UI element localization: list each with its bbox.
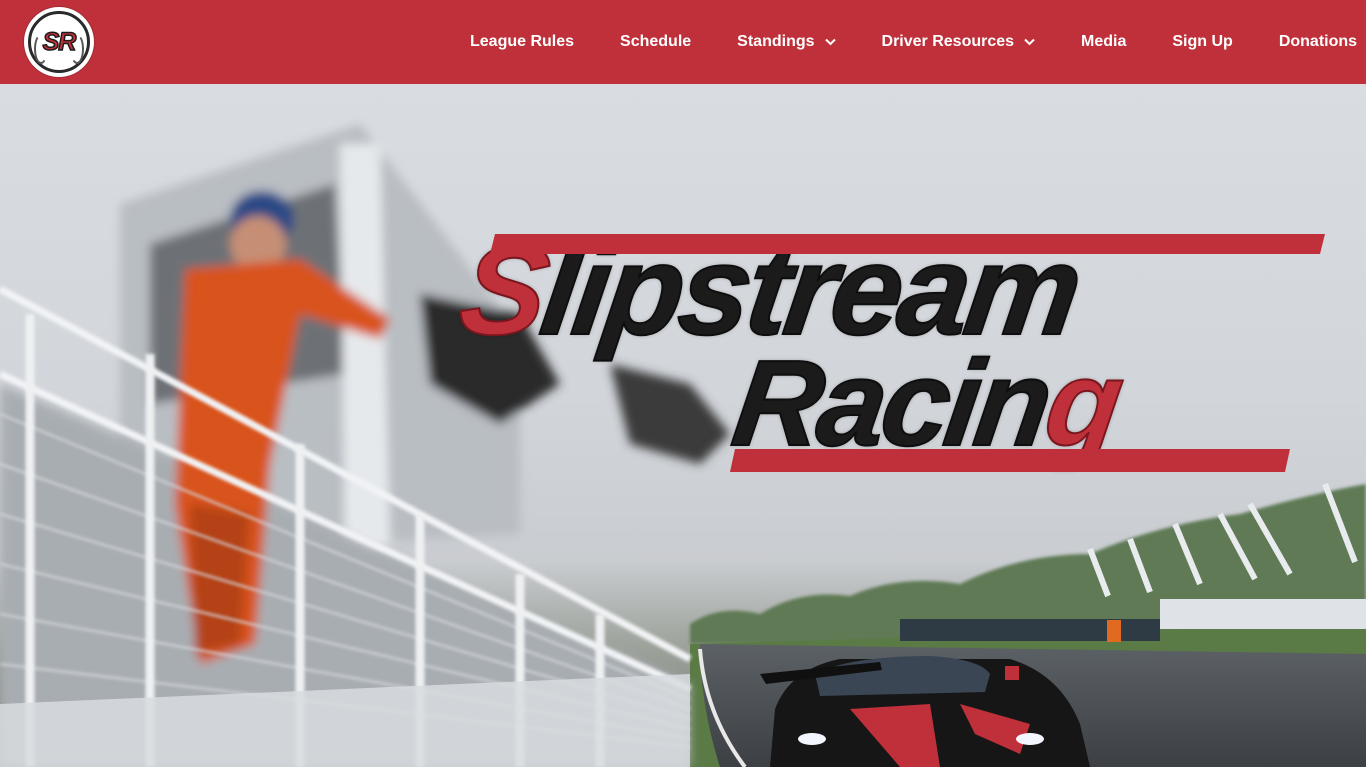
hero-track-scene-image [0, 124, 1366, 767]
chevron-down-icon [824, 38, 836, 46]
nav-sign-up[interactable]: Sign Up [1172, 33, 1232, 51]
nav-media[interactable]: Media [1081, 33, 1126, 51]
nav-label: Driver Resources [881, 33, 1015, 50]
laurel-right-icon [70, 34, 84, 64]
nav-label: Media [1081, 33, 1127, 50]
nav-label: League Rules [470, 33, 575, 50]
nav-schedule[interactable]: Schedule [620, 33, 691, 51]
nav-label: Sign Up [1172, 33, 1233, 50]
nav-label: Schedule [620, 33, 692, 50]
nav-label: Standings [737, 33, 815, 50]
chevron-down-icon [1024, 38, 1035, 46]
sr-laurel-logo-icon: SR [28, 11, 90, 73]
hero-banner: Slipstream Racing [0, 84, 1366, 767]
nav-donations[interactable]: Donations [1279, 33, 1357, 51]
laurel-left-icon [34, 34, 48, 64]
nav-league-rules[interactable]: League Rules [470, 33, 574, 51]
site-header: SR League Rules Schedule Standings Drive… [0, 0, 1366, 84]
site-logo[interactable]: SR [24, 7, 94, 77]
nav-label: Donations [1278, 33, 1358, 50]
nav-standings[interactable]: Standings [737, 33, 836, 51]
nav-driver-resources[interactable]: Driver Resources [882, 33, 1036, 51]
main-nav: League Rules Schedule Standings Driver R… [470, 0, 1357, 84]
